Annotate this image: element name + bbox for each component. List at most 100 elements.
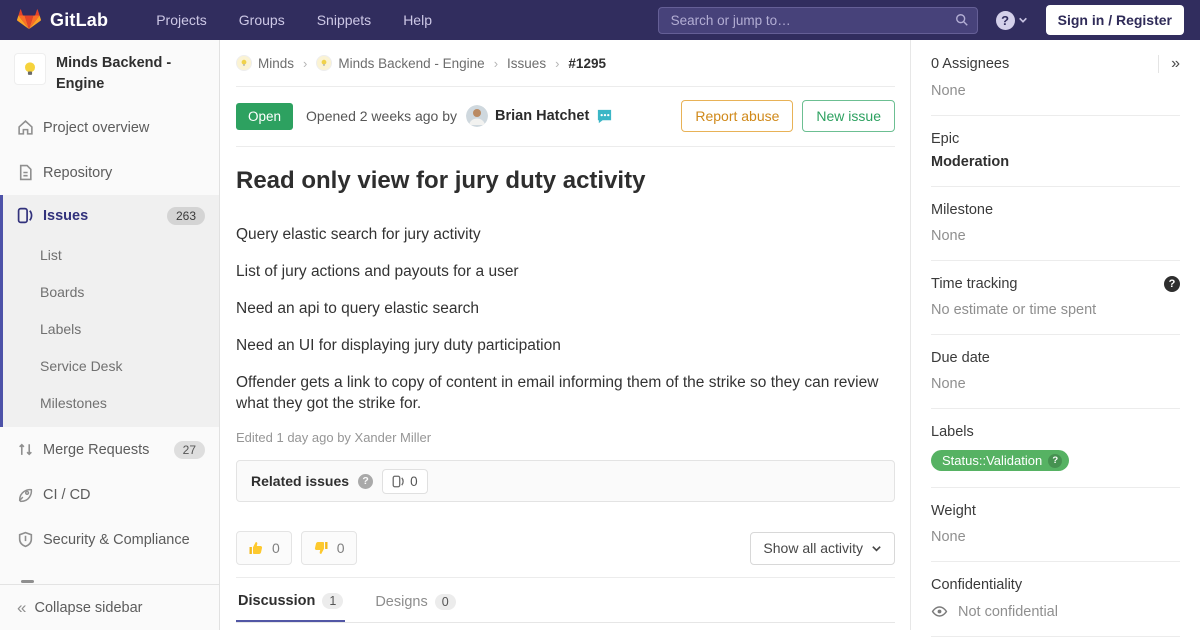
breadcrumb-issue-number: #1295 — [568, 55, 606, 71]
breadcrumb-project[interactable]: Minds Backend - Engine — [316, 55, 485, 71]
collapse-label: Collapse sidebar — [34, 599, 143, 616]
search-box[interactable] — [657, 6, 978, 34]
labels-section: Labels Status::Validation ? — [931, 409, 1180, 488]
author-avatar[interactable] — [466, 105, 489, 127]
activity-filter-label: Show all activity — [763, 540, 863, 556]
author-name[interactable]: Brian Hatchet — [495, 108, 589, 124]
thumbs-up-count: 0 — [272, 540, 280, 556]
milestone-label: Milestone — [931, 202, 994, 218]
issue-description: Query elastic search for jury activity L… — [236, 224, 895, 414]
activity-filter-dropdown[interactable]: Show all activity — [750, 531, 895, 565]
home-icon — [18, 120, 33, 135]
tab-discussion[interactable]: Discussion 1 — [236, 585, 346, 622]
brand-name: GitLab — [50, 9, 109, 30]
issues-section: Issues 263 List Boards Labels Service De… — [0, 195, 219, 428]
sidebar-item-label: Issues — [43, 207, 89, 224]
shield-icon — [18, 531, 33, 548]
gitlab-tanuki-icon — [17, 9, 41, 30]
weight-section: Weight None — [931, 488, 1180, 562]
sidebar-item-milestones[interactable]: Milestones — [3, 384, 219, 421]
related-issues-title: Related issues — [251, 473, 350, 489]
chevron-down-icon — [1018, 17, 1027, 23]
breadcrumb-group[interactable]: Minds — [236, 55, 294, 71]
project-avatar-small — [316, 55, 333, 71]
epic-label: Epic — [931, 131, 960, 147]
nav-link-snippets[interactable]: Snippets — [317, 12, 371, 28]
document-icon — [19, 164, 32, 181]
issues-icon — [392, 475, 404, 487]
nav-link-help[interactable]: Help — [403, 12, 432, 28]
breadcrumb-group-label: Minds — [258, 55, 295, 71]
thumbs-down-button[interactable]: 0 — [300, 531, 357, 565]
help-menu[interactable]: ? — [995, 10, 1028, 30]
sidebar-item-issues[interactable]: Issues 263 — [3, 195, 219, 236]
sidebar-item-label: CI / CD — [43, 486, 91, 503]
epic-value[interactable]: Moderation — [931, 154, 1180, 170]
breadcrumb-separator: › — [555, 55, 560, 71]
tab-designs-label: Designs — [375, 594, 428, 610]
due-date-label: Due date — [931, 350, 990, 366]
top-navbar: GitLab Projects Groups Snippets Help ? S… — [0, 0, 1200, 40]
label-text: Status::Validation — [942, 453, 1043, 468]
collapse-sidebar-button[interactable]: « Collapse sidebar — [0, 584, 219, 630]
tab-designs[interactable]: Designs 0 — [373, 585, 457, 622]
sidebar-item-merge-requests[interactable]: Merge Requests 27 — [0, 427, 219, 472]
project-header[interactable]: Minds Backend - Engine — [0, 40, 219, 105]
rocket-icon — [18, 488, 33, 503]
description-paragraph: Query elastic search for jury activity — [236, 226, 481, 243]
weight-label: Weight — [931, 503, 976, 519]
assignees-value: None — [931, 83, 966, 99]
sidebar-item-boards[interactable]: Boards — [3, 273, 219, 310]
expand-sidebar-button[interactable]: » — [1158, 55, 1180, 73]
primary-nav: Projects Groups Snippets Help — [156, 12, 432, 28]
sidebar-item-repository[interactable]: Repository — [0, 150, 219, 195]
sidebar-item-list[interactable]: List — [3, 236, 219, 273]
assignees-label: 0 Assignees — [931, 56, 1010, 72]
breadcrumb-project-label: Minds Backend - Engine — [338, 55, 485, 71]
gitlab-logo[interactable]: GitLab — [16, 8, 108, 32]
epic-section: Epic Moderation — [931, 116, 1180, 187]
project-name: Minds Backend - Engine — [56, 55, 172, 93]
milestone-value: None — [931, 228, 966, 244]
breadcrumb-issues[interactable]: Issues — [507, 56, 546, 71]
thumbs-down-icon — [314, 542, 328, 554]
report-abuse-button[interactable]: Report abuse — [681, 100, 794, 132]
related-count-value: 0 — [410, 473, 418, 489]
sign-in-button[interactable]: Sign in / Register — [1045, 5, 1184, 35]
thumbs-down-count: 0 — [336, 540, 345, 556]
sidebar-item-service-desk[interactable]: Service Desk — [3, 347, 219, 384]
sidebar-item-project-overview[interactable]: Project overview — [0, 105, 219, 150]
description-paragraph: Offender gets a link to copy of content … — [236, 374, 879, 412]
breadcrumb-separator: › — [303, 55, 308, 71]
nav-link-projects[interactable]: Projects — [156, 12, 207, 28]
chevron-down-icon — [872, 545, 881, 552]
sidebar-item-cicd[interactable]: CI / CD — [0, 472, 219, 517]
issue-page: Minds › Minds Backend - Engine › Issues … — [220, 40, 910, 630]
edited-note: Edited 1 day ago by Xander Miller — [236, 430, 432, 445]
time-tracking-help-icon[interactable]: ? — [1164, 276, 1180, 292]
issue-status-row: Open Opened 2 weeks ago by Brian Hatchet… — [236, 87, 895, 147]
sidebar-item-label: Repository — [43, 164, 113, 181]
eye-icon — [931, 606, 948, 617]
confidentiality-label: Confidentiality — [931, 577, 1023, 593]
sidebar-item-labels[interactable]: Labels — [3, 310, 219, 347]
related-issues-count: 0 — [382, 468, 428, 494]
sidebar-item-security[interactable]: Security & Compliance — [0, 517, 219, 562]
search-input[interactable] — [668, 11, 955, 29]
description-paragraph: Need an api to query elastic search — [236, 300, 479, 317]
label-status-validation[interactable]: Status::Validation ? — [931, 450, 1070, 471]
search-icon — [955, 14, 968, 26]
speech-balloon-emoji — [596, 108, 613, 125]
nav-link-groups[interactable]: Groups — [239, 12, 285, 28]
issue-sidebar: 0 Assignees » None Epic Moderation Miles… — [910, 40, 1200, 637]
sidebar-item-label: Merge Requests — [43, 441, 150, 458]
new-issue-button[interactable]: New issue — [802, 100, 895, 132]
avatar-photo — [466, 105, 489, 127]
related-help-icon[interactable]: ? — [358, 473, 374, 489]
thumbs-up-button[interactable]: 0 — [236, 531, 292, 565]
designs-count-badge: 0 — [434, 594, 456, 610]
milestone-section: Milestone None — [931, 187, 1180, 261]
group-avatar — [236, 55, 252, 71]
time-tracking-value: No estimate or time spent — [931, 302, 1097, 318]
discussion-tabs: Discussion 1 Designs 0 — [236, 578, 895, 623]
